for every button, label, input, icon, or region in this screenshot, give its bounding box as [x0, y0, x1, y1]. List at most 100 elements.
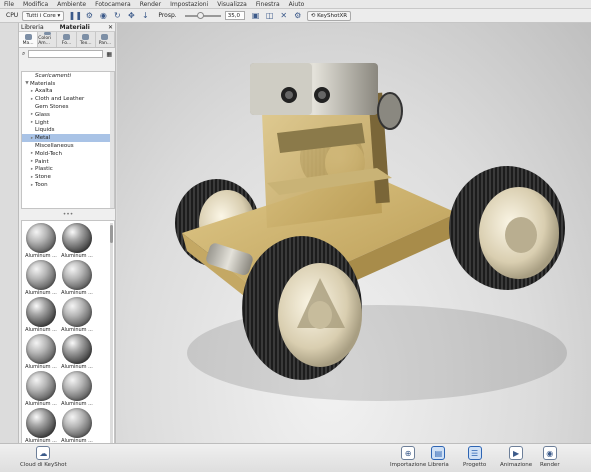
material-sphere-icon [26, 260, 56, 290]
material-thumbnail[interactable]: Aluminum ... [60, 297, 94, 334]
tab-texture-category[interactable]: Tex... [77, 32, 96, 47]
menu-render[interactable]: Render [140, 1, 161, 8]
material-thumbnail[interactable]: Aluminum ... [60, 408, 94, 445]
texture-icon [82, 34, 90, 40]
menu-finestra[interactable]: Finestra [256, 1, 280, 8]
tools-icon[interactable]: ✕ [279, 11, 289, 21]
thumbnail-label: Aluminum ... [61, 364, 93, 370]
render-viewport[interactable] [117, 23, 591, 443]
material-thumbnail[interactable]: Aluminum ... [60, 371, 94, 408]
geometry-icon[interactable]: ◫ [265, 11, 275, 21]
toolbar: CPU Tutti i Core ▾ ❚❚ ⚙ ◉ ↻ ✥ ↓ Prosp. 3… [0, 9, 591, 23]
perspective-value[interactable]: 35,0 [224, 11, 245, 20]
thumbnail-scrollbar[interactable] [110, 223, 113, 443]
scroll-thumb[interactable] [110, 225, 113, 243]
tree-item-label: Gem Stones [35, 104, 69, 111]
search-input[interactable] [28, 50, 104, 58]
material-thumbnail[interactable]: Aluminum ... [60, 260, 94, 297]
color-icon [43, 32, 51, 35]
play-icon: ▶ [509, 446, 524, 460]
import-icon: ⊕ [401, 446, 416, 460]
chevron-down-icon: ▾ [55, 12, 61, 19]
grid-view-icon[interactable]: ▦ [106, 51, 112, 58]
keyshotxr-button[interactable]: ⟲ KeyShotXR [306, 10, 352, 21]
menu-visualizza[interactable]: Visualizza [217, 1, 247, 8]
material-thumbnail[interactable]: Aluminum ... [24, 371, 58, 408]
tree-item[interactable]: ▸ Mold-Tech [22, 150, 114, 158]
tree-item[interactable]: ▼ Materials [22, 80, 114, 88]
menu-file[interactable]: File [4, 1, 14, 8]
menu-ambiente[interactable]: Ambiente [57, 1, 86, 8]
dock-item-label: Render [540, 462, 560, 468]
dock-libreria-button[interactable]: ▤ Libreria [428, 446, 449, 468]
tab-materials[interactable]: Materiali [60, 24, 90, 31]
rendered-robot-car [175, 63, 567, 401]
tree-item[interactable]: ▸ Toon [22, 181, 114, 189]
tree-item-label: Metal [35, 135, 51, 142]
tab-library[interactable]: Libreria [21, 24, 44, 31]
tab-photo-category[interactable]: Fo... [57, 32, 77, 47]
tree-item[interactable]: Scaricamenti [22, 72, 114, 80]
tree-item[interactable]: ▸ Axalta [22, 88, 114, 96]
material-sphere-icon [26, 223, 56, 253]
tab-materials-category[interactable]: Ma... [19, 32, 39, 47]
camera-icon[interactable]: ◉ [98, 11, 108, 21]
cpu-mode-select[interactable]: Tutti i Core ▾ [22, 10, 65, 21]
tree-item[interactable]: ▸ Plastic [22, 166, 114, 174]
gear-icon[interactable]: ⚙ [293, 11, 303, 21]
panel-divider[interactable]: ••• [19, 211, 117, 219]
menu-impostazioni[interactable]: Impostazioni [170, 1, 208, 8]
dock-animazione-button[interactable]: ▶ Animazione [500, 446, 532, 468]
dock-importazione-button[interactable]: ⊕ Importazione [390, 446, 426, 468]
menu-aiuto[interactable]: Aiuto [289, 1, 305, 8]
settings-icon[interactable]: ⚙ [84, 11, 94, 21]
close-icon[interactable]: ✕ [108, 24, 113, 31]
material-thumbnail[interactable]: Aluminum ... [24, 334, 58, 371]
material-sphere-icon [26, 408, 56, 438]
tree-item[interactable]: ▸ Light [22, 119, 114, 127]
tree-item[interactable]: ▸ Paint [22, 158, 114, 166]
material-tree: Scaricamenti ▼ Materials ▸ Axalta ▸ Cloth and … [21, 71, 115, 209]
tree-item-label: Stone [35, 174, 51, 181]
perspective-slider[interactable] [184, 11, 221, 19]
tree-item-label: Axalta [35, 88, 53, 95]
screenshot-icon[interactable]: ▣ [251, 11, 261, 21]
material-thumbnail[interactable]: Aluminum ... [24, 297, 58, 334]
tree-scrollbar[interactable] [110, 72, 114, 208]
material-sphere-icon [26, 297, 56, 327]
tree-item[interactable]: ▸ Cloth and Leather [22, 95, 114, 103]
material-sphere-icon [62, 334, 92, 364]
tree-item-label: Paint [35, 158, 49, 165]
thumbnail-label: Aluminum ... [61, 253, 93, 259]
tree-item-label: Mold-Tech [35, 150, 62, 157]
dock-render-button[interactable]: ◉ Render [540, 446, 560, 468]
tab-color-category[interactable]: Colori Am... [38, 32, 58, 47]
slider-knob[interactable] [196, 11, 204, 19]
pause-icon[interactable]: ❚❚ [69, 11, 82, 21]
tree-item[interactable]: Miscellaneous [22, 142, 114, 150]
material-thumbnail[interactable]: Aluminum ... [24, 260, 58, 297]
cloud-keyshot-button[interactable]: ☁ Cloud di KeyShot [20, 446, 67, 468]
material-sphere-icon [62, 408, 92, 438]
menu-fotocamera[interactable]: Fotocamera [95, 1, 131, 8]
tree-item[interactable]: ▸ Stone [22, 173, 114, 181]
menu-modifica[interactable]: Modifica [23, 1, 48, 8]
material-thumbnail[interactable]: Aluminum ... [24, 408, 58, 445]
bottom-dock: ☁ Cloud di KeyShot ⊕ Importazione ▤ Libreri… [0, 443, 591, 472]
tree-item-label: Light [35, 119, 49, 126]
tree-item[interactable]: ▸ Glass [22, 111, 114, 119]
tree-item[interactable]: Liquids [22, 127, 114, 135]
move-icon[interactable]: ✥ [126, 11, 136, 21]
tree-item[interactable]: ▸ Metal [22, 134, 114, 143]
down-arrow-icon[interactable]: ↓ [140, 11, 150, 21]
material-thumbnail[interactable]: Aluminum ... [60, 334, 94, 371]
material-thumbnail[interactable]: Aluminum ... [60, 223, 94, 260]
render-icon: ◉ [542, 446, 557, 460]
dock-progetto-button[interactable]: ☰ Progetto [463, 446, 486, 468]
tab-background-category[interactable]: Pan... [96, 32, 116, 47]
material-thumbnail[interactable]: Aluminum ... [24, 223, 58, 260]
thumbnail-label: Aluminum ... [61, 401, 93, 407]
tree-item-label: Cloth and Leather [35, 96, 85, 103]
tree-item[interactable]: Gem Stones [22, 103, 114, 111]
refresh-icon[interactable]: ↻ [112, 11, 122, 21]
